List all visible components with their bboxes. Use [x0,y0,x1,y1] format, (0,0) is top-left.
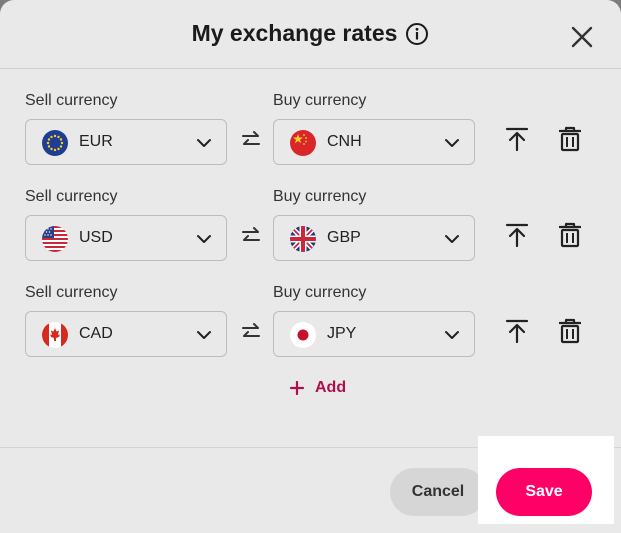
move-to-top-icon [505,319,529,344]
currency-pair-row: Sell currency Buy currency CAD JPY [0,282,621,372]
sell-currency-select[interactable]: USD [25,215,227,261]
cancel-button[interactable]: Cancel [390,468,486,516]
move-to-top-button[interactable] [504,126,530,152]
trash-icon [559,222,581,248]
sell-currency-select[interactable]: EUR [25,119,227,165]
japan-flag-icon [290,322,316,348]
plus-icon [289,380,305,396]
swap-icon [242,323,260,337]
uk-flag-icon [290,226,316,252]
sell-currency-code: USD [79,229,113,246]
china-flag-icon [290,130,316,156]
move-to-top-button[interactable] [504,318,530,344]
dialog-title: My exchange rates [191,20,398,46]
trash-icon [559,126,581,152]
save-button[interactable]: Save [496,468,592,516]
close-button[interactable] [568,23,596,51]
add-pair-button[interactable]: Add [289,376,346,400]
sell-currency-select[interactable]: CAD [25,311,227,357]
buy-currency-select[interactable]: GBP [273,215,475,261]
delete-button[interactable] [557,318,583,344]
us-flag-icon [42,226,68,252]
sell-currency-label: Sell currency [25,188,118,205]
add-label: Add [315,379,347,396]
title-wrap: My exchange rates [0,20,621,47]
buy-currency-label: Buy currency [273,284,367,301]
move-to-top-icon [505,223,529,248]
buy-currency-label: Buy currency [273,188,367,205]
currency-pair-row: Sell currency Buy currency USD GBP [0,186,621,276]
buy-currency-code: CNH [327,133,362,150]
chevron-down-icon [445,235,459,243]
delete-button[interactable] [557,222,583,248]
trash-icon [559,318,581,344]
buy-currency-select[interactable]: JPY [273,311,475,357]
move-to-top-icon [505,127,529,152]
sell-currency-label: Sell currency [25,284,118,301]
canada-flag-icon [42,322,68,348]
eu-flag-icon [42,130,68,156]
buy-currency-label: Buy currency [273,92,367,109]
chevron-down-icon [197,331,211,339]
move-to-top-button[interactable] [504,222,530,248]
close-icon [571,26,593,48]
chevron-down-icon [445,139,459,147]
chevron-down-icon [197,139,211,147]
buy-currency-select[interactable]: CNH [273,119,475,165]
chevron-down-icon [445,331,459,339]
buy-currency-code: GBP [327,229,361,246]
exchange-rates-dialog: My exchange rates Sell currency Buy curr… [0,0,621,533]
dialog-header: My exchange rates [0,0,621,69]
delete-button[interactable] [557,126,583,152]
chevron-down-icon [197,235,211,243]
sell-currency-code: CAD [79,325,113,342]
sell-currency-label: Sell currency [25,92,118,109]
swap-icon [242,131,260,145]
currency-pair-row: Sell currency Buy currency EUR CNH [0,90,621,180]
swap-icon [242,227,260,241]
buy-currency-code: JPY [327,325,357,342]
info-icon[interactable] [405,22,429,46]
sell-currency-code: EUR [79,133,113,150]
